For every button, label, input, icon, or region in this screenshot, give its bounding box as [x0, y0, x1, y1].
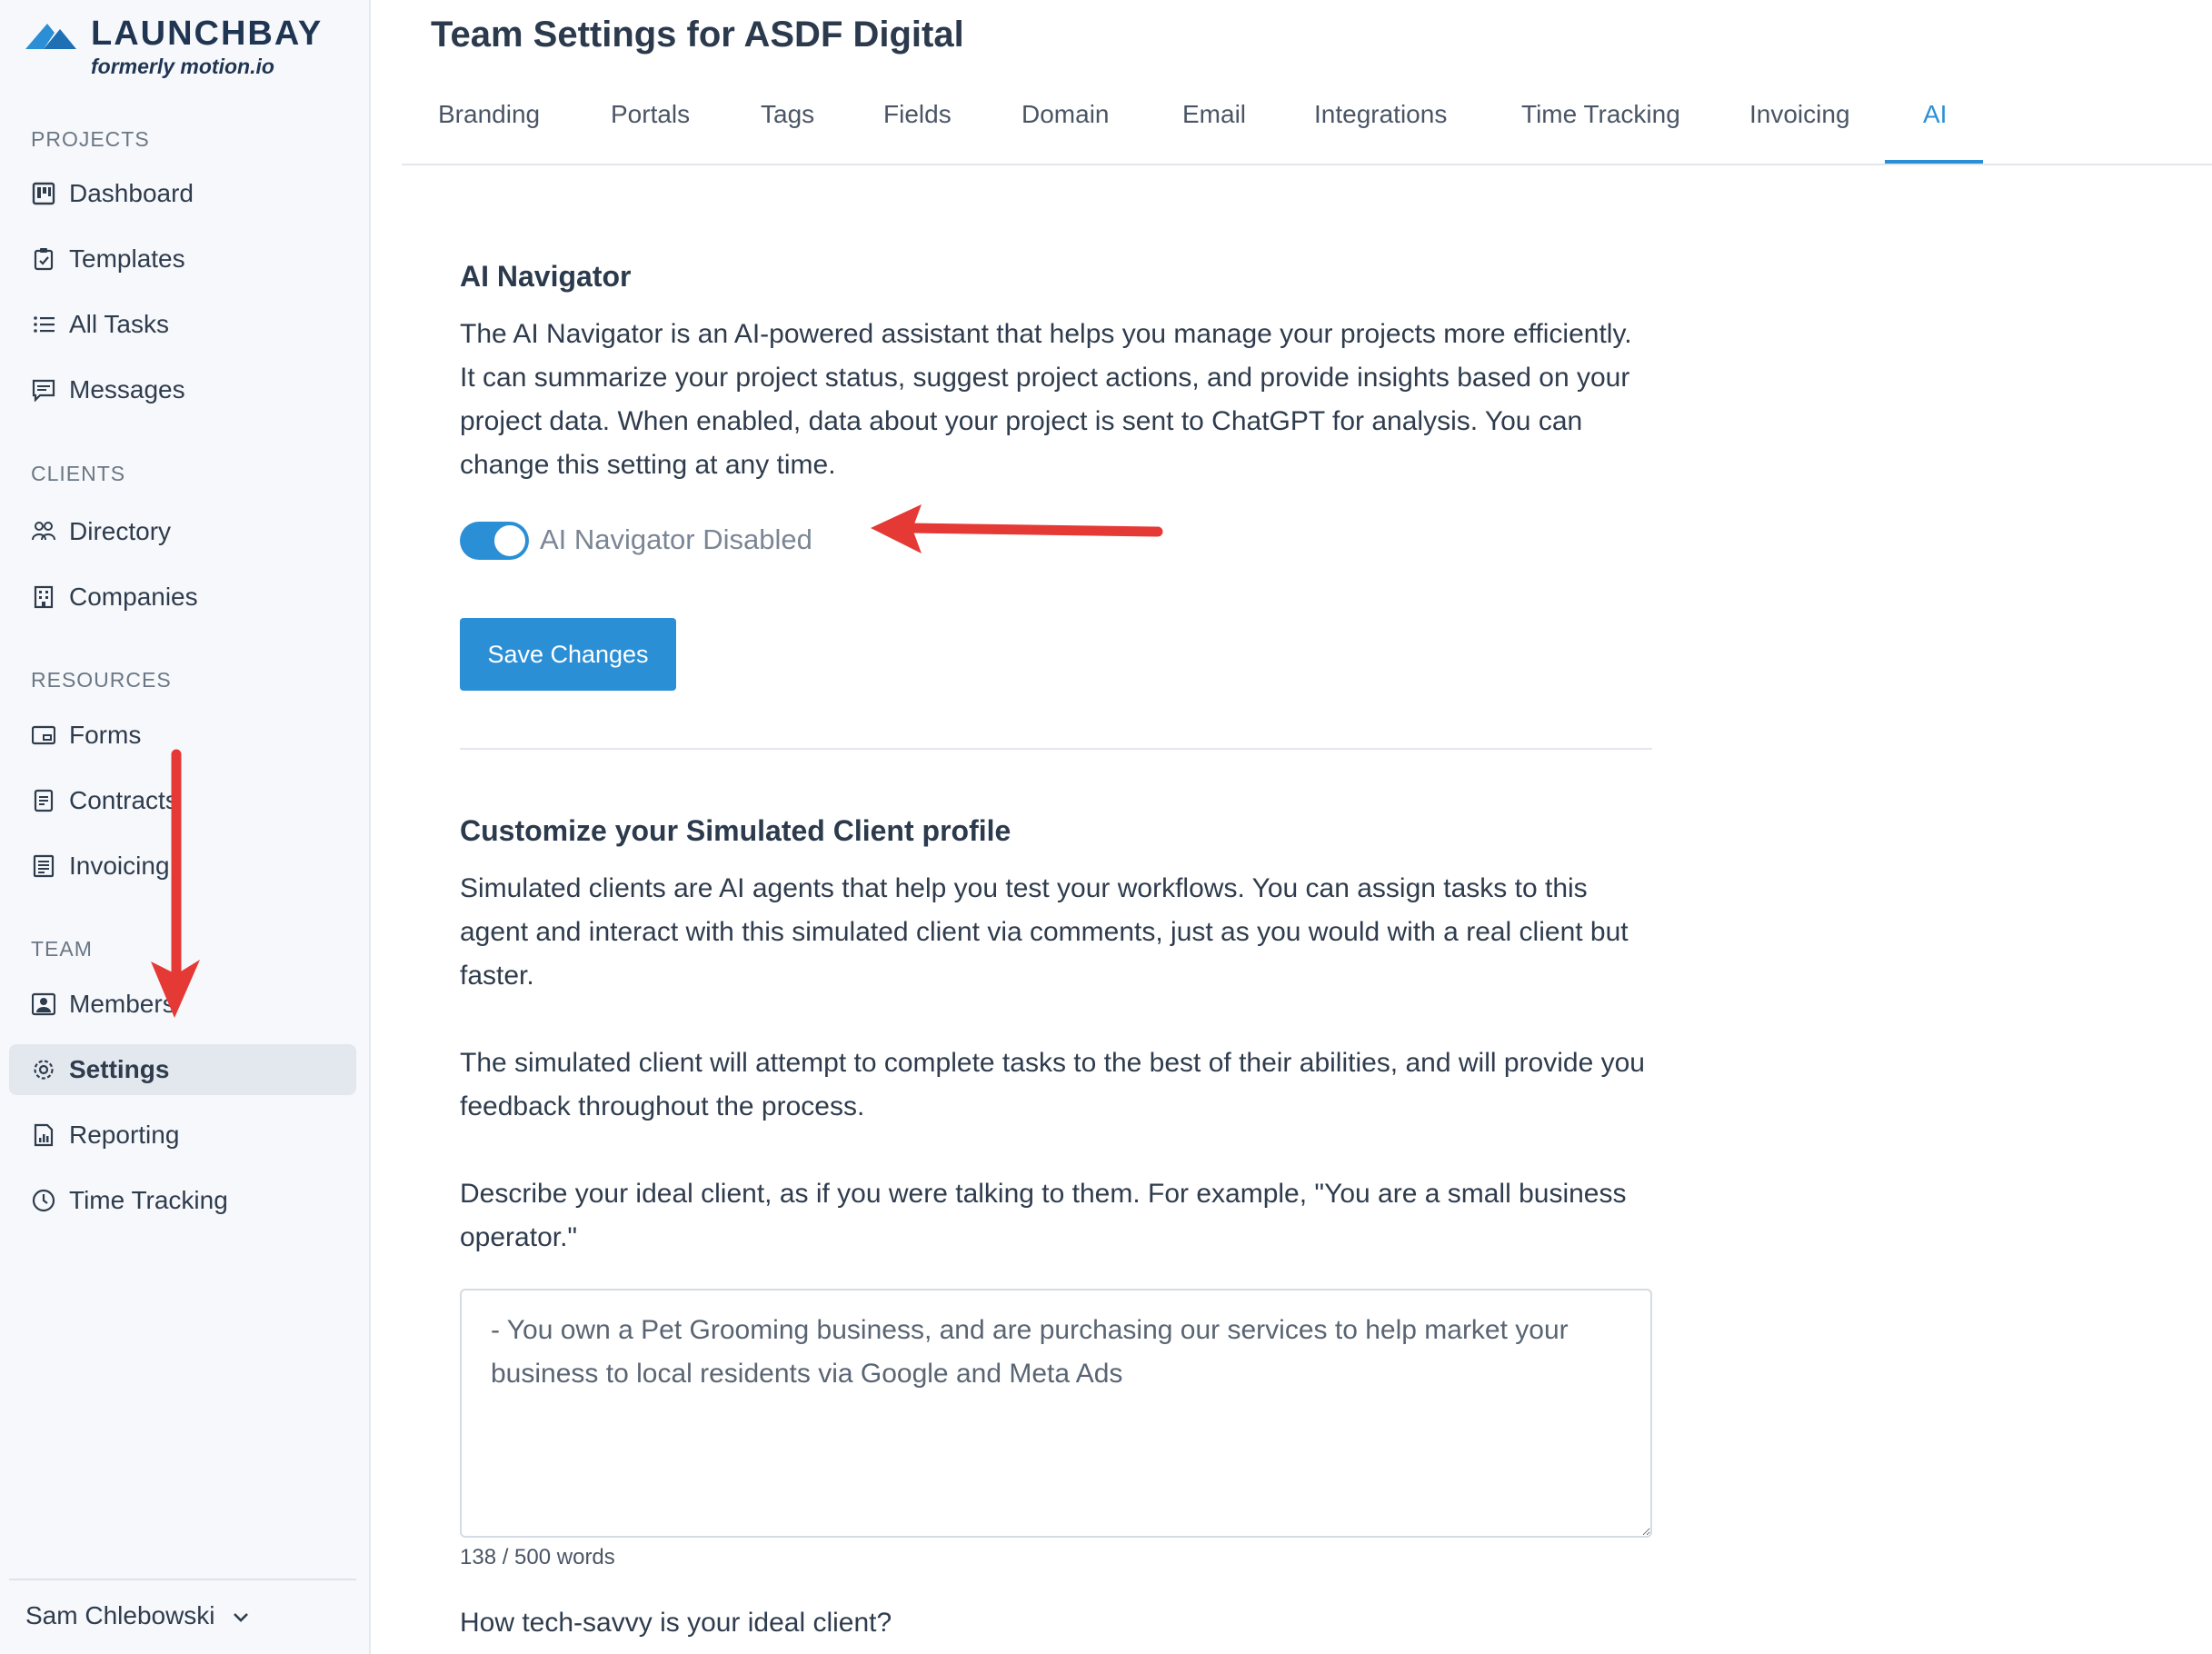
document-icon: [31, 788, 56, 813]
sidebar-item-forms[interactable]: Forms: [9, 710, 356, 761]
client-profile-textarea[interactable]: [460, 1289, 1652, 1538]
settings-tabs: Branding Portals Tags Fields Domain Emai…: [402, 73, 2212, 165]
toggle-knob: [493, 523, 527, 558]
simulated-client-instructions: Describe your ideal client, as if you we…: [460, 1179, 1627, 1252]
tab-fields[interactable]: Fields: [883, 100, 952, 129]
tab-branding[interactable]: Branding: [438, 100, 540, 129]
report-icon: [31, 1122, 56, 1148]
brand-subtitle: formerly motion.io: [91, 55, 274, 78]
section-divider: [460, 748, 1652, 750]
tech-savvy-question: How tech-savvy is your ideal client?: [460, 1608, 892, 1638]
sidebar-item-reporting[interactable]: Reporting: [9, 1110, 356, 1161]
users-icon: [31, 519, 56, 544]
sidebar-item-label: Members: [69, 990, 175, 1018]
sidebar-item-contracts[interactable]: Contracts: [9, 775, 356, 826]
brand-logo[interactable]: LAUNCHBAY formerly motion.io: [24, 15, 351, 82]
sidebar-item-dashboard[interactable]: Dashboard: [9, 168, 356, 219]
sidebar-item-all-tasks[interactable]: All Tasks: [9, 299, 356, 350]
annotation-arrow-horizontal: [871, 504, 1163, 553]
tab-portals[interactable]: Portals: [611, 100, 690, 129]
clock-icon: [31, 1188, 56, 1213]
ai-navigator-toggle-label: AI Navigator Disabled: [540, 523, 812, 555]
invoice-icon: [31, 853, 56, 879]
ai-navigator-toggle[interactable]: [460, 522, 529, 560]
sidebar: LAUNCHBAY formerly motion.io PROJECTS Da…: [0, 0, 371, 1654]
sidebar-item-label: Forms: [69, 721, 142, 749]
sidebar-item-label: Dashboard: [69, 179, 194, 207]
sidebar-divider: [9, 1579, 356, 1580]
sidebar-item-label: All Tasks: [69, 310, 169, 338]
section-label-projects: PROJECTS: [31, 127, 150, 151]
save-changes-button[interactable]: Save Changes: [460, 618, 676, 691]
sidebar-item-label: Messages: [69, 375, 185, 404]
sidebar-item-directory[interactable]: Directory: [9, 506, 356, 557]
chevron-down-icon: [232, 1601, 250, 1630]
tab-tags[interactable]: Tags: [761, 100, 814, 129]
tab-domain[interactable]: Domain: [1021, 100, 1109, 129]
sidebar-item-label: Companies: [69, 583, 198, 611]
simulated-client-intro: Simulated clients are AI agents that hel…: [460, 873, 1629, 991]
active-tab-indicator: [1885, 160, 1983, 164]
page-title: Team Settings for ASDF Digital: [431, 15, 964, 55]
gear-icon: [31, 1057, 56, 1082]
word-count: 138 / 500 words: [460, 1545, 615, 1569]
tab-email[interactable]: Email: [1182, 100, 1246, 129]
simulated-client-title: Customize your Simulated Client profile: [460, 814, 1011, 847]
list-icon: [31, 312, 56, 337]
simulated-client-behavior: The simulated client will attempt to com…: [460, 1048, 1645, 1121]
sidebar-item-settings[interactable]: Settings: [9, 1044, 356, 1095]
user-name: Sam Chlebowski: [25, 1601, 215, 1629]
sidebar-item-label: Time Tracking: [69, 1186, 228, 1214]
sidebar-item-members[interactable]: Members: [9, 979, 356, 1030]
sidebar-item-messages[interactable]: Messages: [9, 364, 356, 415]
sidebar-item-invoicing[interactable]: Invoicing: [9, 841, 356, 892]
clipboard-check-icon: [31, 246, 56, 272]
tab-invoicing[interactable]: Invoicing: [1749, 100, 1850, 129]
tab-ai[interactable]: AI: [1923, 100, 1947, 129]
brand-name: LAUNCHBAY: [91, 15, 324, 53]
ai-navigator-description: The AI Navigator is an AI-powered assist…: [460, 319, 1632, 480]
ai-navigator-title: AI Navigator: [460, 260, 632, 293]
kanban-icon: [31, 181, 56, 206]
launchbay-logo-icon: [25, 24, 76, 49]
message-icon: [31, 377, 56, 403]
sidebar-item-templates[interactable]: Templates: [9, 234, 356, 284]
sidebar-item-label: Templates: [69, 244, 185, 273]
sidebar-item-label: Settings: [69, 1055, 170, 1083]
sidebar-item-label: Contracts: [69, 786, 178, 814]
sidebar-item-label: Directory: [69, 517, 172, 545]
tab-time-tracking[interactable]: Time Tracking: [1521, 100, 1680, 129]
sidebar-item-companies[interactable]: Companies: [9, 572, 356, 623]
sidebar-item-time-tracking[interactable]: Time Tracking: [9, 1175, 356, 1226]
form-icon: [31, 722, 56, 748]
sidebar-item-label: Reporting: [69, 1121, 180, 1149]
sidebar-item-label: Invoicing: [69, 852, 170, 880]
section-label-resources: RESOURCES: [31, 668, 172, 692]
section-label-team: TEAM: [31, 937, 93, 961]
member-icon: [31, 991, 56, 1017]
section-label-clients: CLIENTS: [31, 462, 126, 485]
tab-integrations[interactable]: Integrations: [1314, 100, 1447, 129]
building-icon: [31, 584, 56, 610]
user-menu[interactable]: Sam Chlebowski: [25, 1601, 250, 1630]
